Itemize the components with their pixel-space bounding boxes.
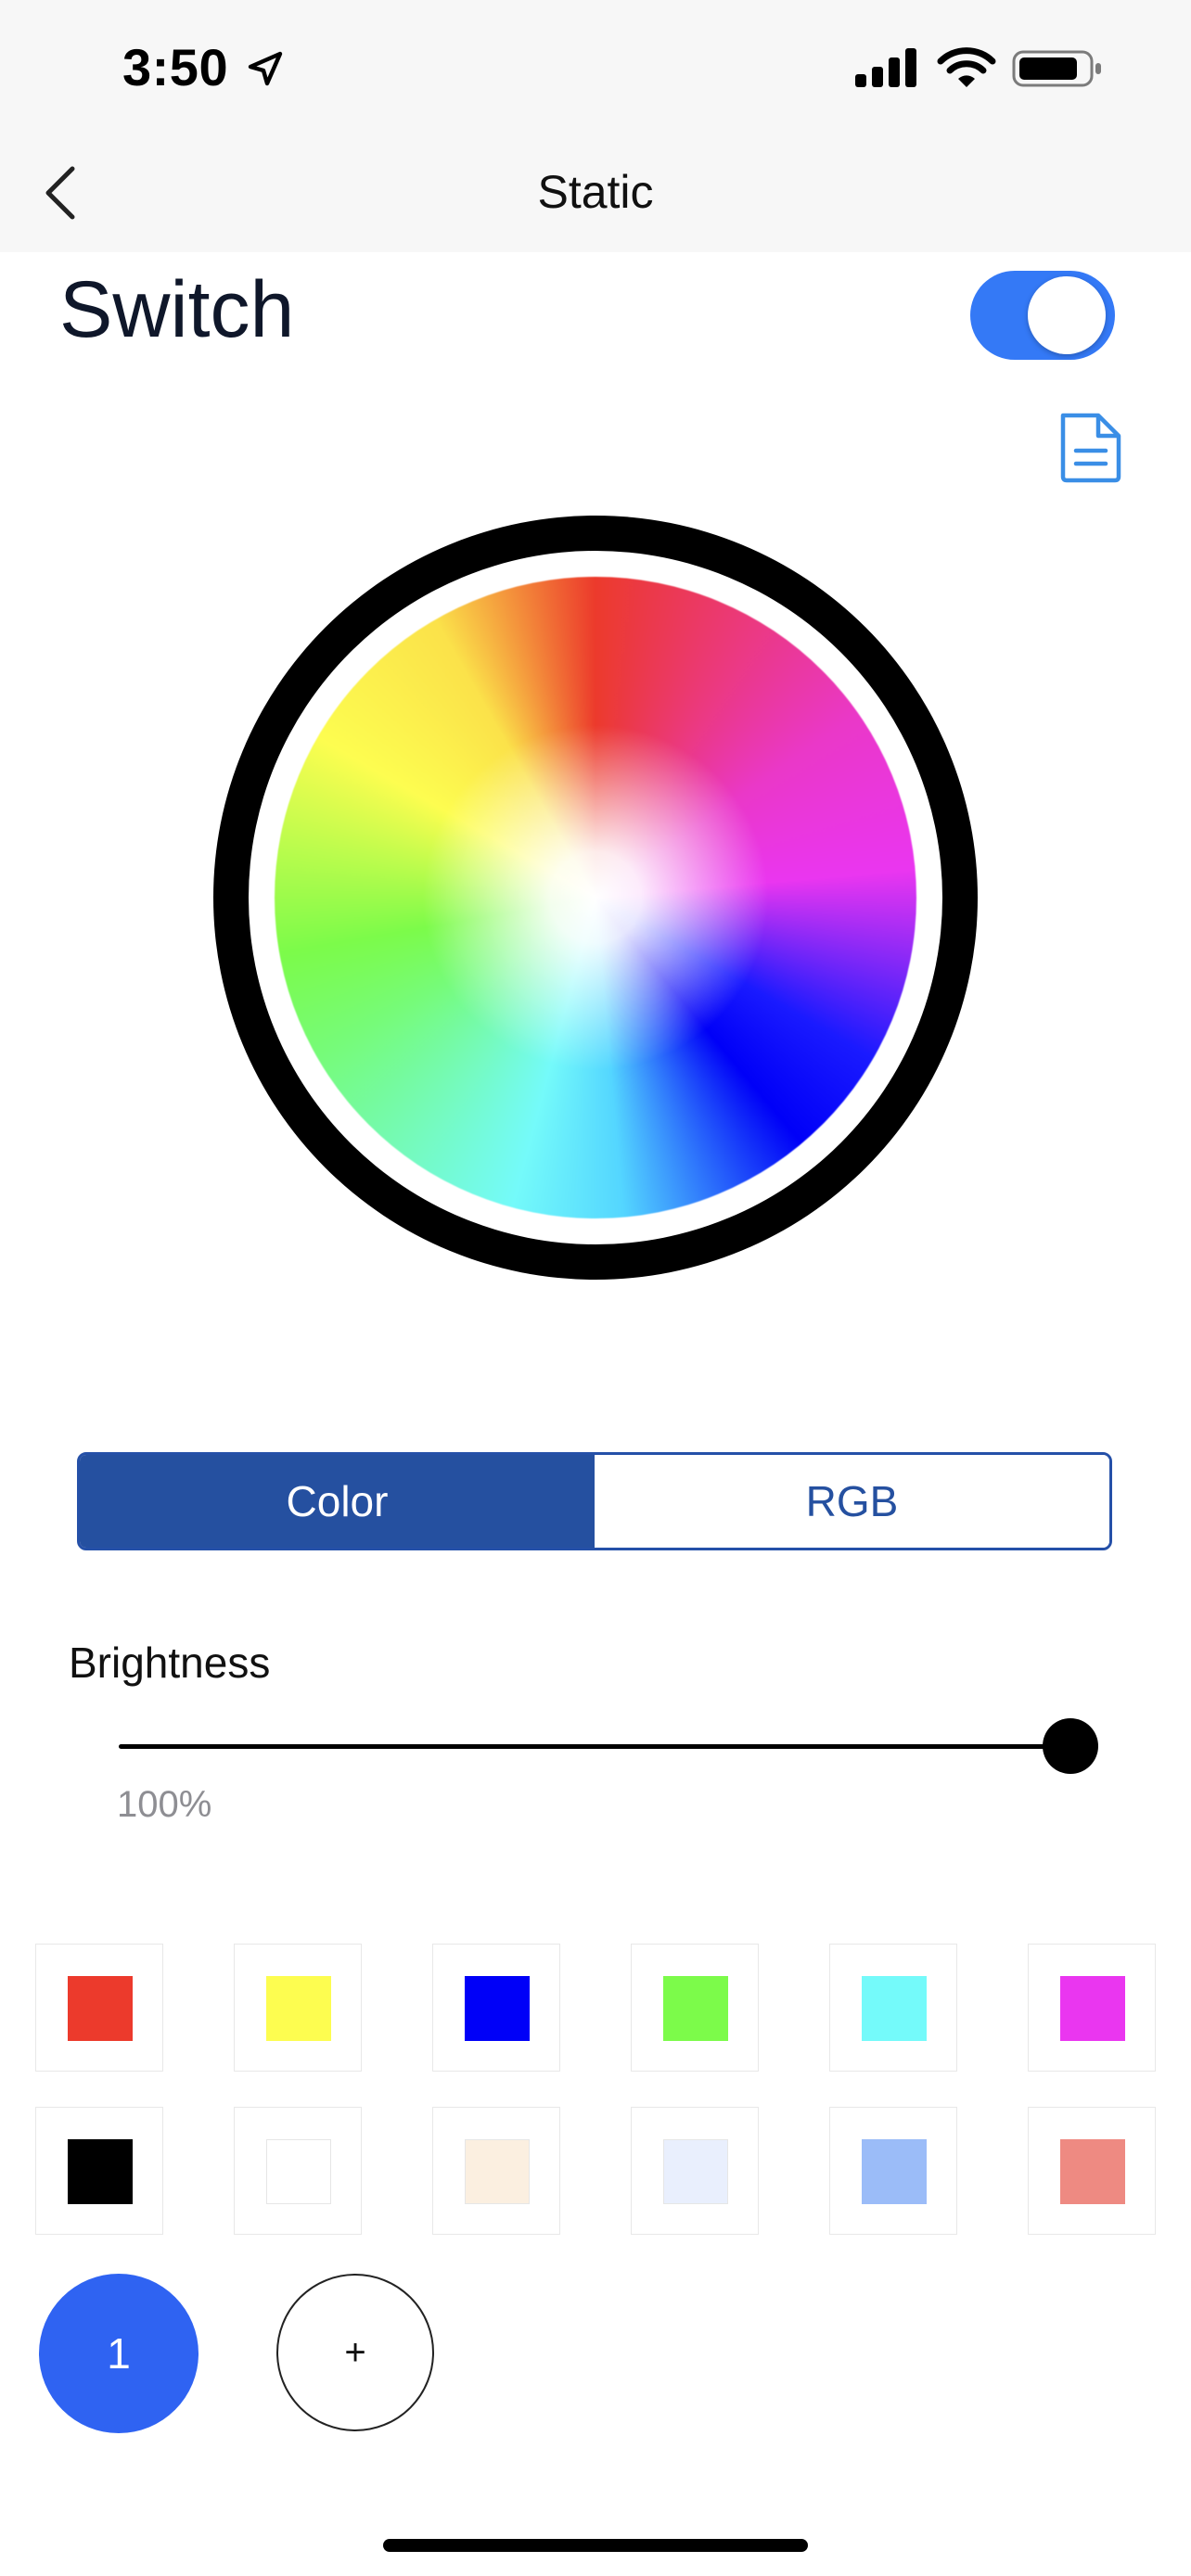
add-preset-button[interactable]: + — [276, 2274, 434, 2431]
swatch-row2-2[interactable] — [234, 2107, 362, 2235]
power-toggle[interactable] — [970, 271, 1115, 360]
swatch-chip — [663, 2139, 728, 2204]
swatch-chip — [266, 1976, 331, 2041]
status-time: 3:50 — [122, 38, 229, 96]
swatch-chip — [68, 2139, 133, 2204]
swatch-chip — [663, 1976, 728, 2041]
color-wheel[interactable] — [275, 577, 916, 1218]
swatch-chip — [465, 1976, 530, 2041]
swatch-row2-5[interactable] — [829, 2107, 957, 2235]
swatch-row1-6[interactable] — [1028, 1944, 1156, 2072]
mode-segmented-control: Color RGB — [77, 1452, 1112, 1550]
swatch-row2-4[interactable] — [631, 2107, 759, 2235]
swatch-row2-1[interactable] — [35, 2107, 163, 2235]
swatch-chip — [862, 2139, 927, 2204]
wifi-icon — [937, 47, 996, 87]
swatch-chip — [1060, 2139, 1125, 2204]
swatch-row1-1[interactable] — [35, 1944, 163, 2072]
swatch-chip — [465, 2139, 530, 2204]
location-arrow-icon — [248, 51, 283, 86]
swatch-chip — [862, 1976, 927, 2041]
swatch-row1-5[interactable] — [829, 1944, 957, 2072]
brightness-slider-thumb[interactable] — [1043, 1718, 1098, 1774]
swatch-row1-4[interactable] — [631, 1944, 759, 2072]
swatch-row2-3[interactable] — [432, 2107, 560, 2235]
preset-1-button[interactable]: 1 — [39, 2274, 198, 2433]
brightness-label: Brightness — [69, 1639, 271, 1687]
brightness-slider-track[interactable] — [119, 1744, 1070, 1749]
tab-color[interactable]: Color — [80, 1455, 595, 1548]
swatch-row2-6[interactable] — [1028, 2107, 1156, 2235]
brightness-value: 100% — [117, 1784, 212, 1825]
swatch-row1-2[interactable] — [234, 1944, 362, 2072]
swatch-chip — [68, 1976, 133, 2041]
tab-rgb[interactable]: RGB — [595, 1455, 1109, 1548]
page-title: Static — [537, 166, 654, 218]
signal-icon — [855, 48, 916, 87]
swatch-row1-3[interactable] — [432, 1944, 560, 2072]
switch-label: Switch — [59, 265, 295, 354]
battery-icon — [1012, 50, 1101, 87]
home-indicator — [383, 2539, 808, 2552]
swatch-chip — [266, 2139, 331, 2204]
document-icon[interactable] — [1056, 410, 1126, 484]
swatch-chip — [1060, 1976, 1125, 2041]
toggle-knob — [1028, 276, 1106, 354]
